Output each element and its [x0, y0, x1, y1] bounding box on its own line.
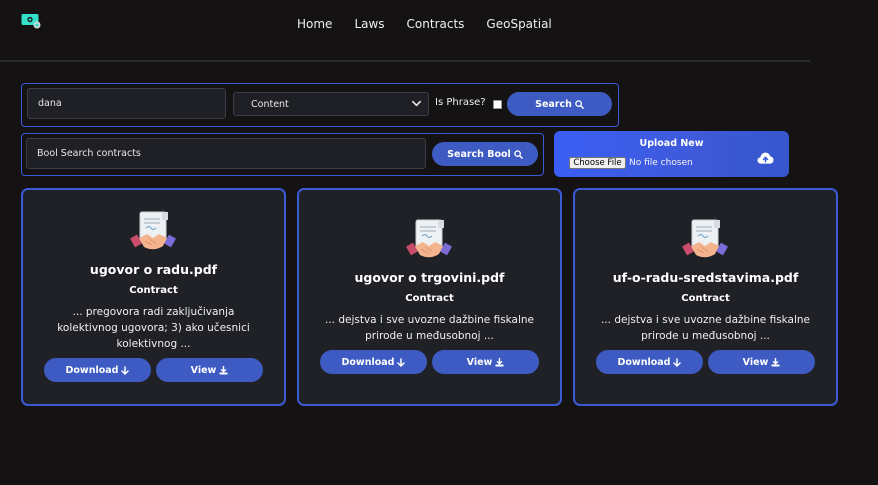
view-button[interactable]: View [156, 358, 263, 382]
money-bill-icon[interactable] [21, 13, 41, 29]
nav-contracts[interactable]: Contracts [407, 17, 465, 31]
download-button[interactable]: Download [44, 358, 151, 382]
search-panel: dana Content Is Phrase? Search [21, 83, 619, 127]
nav-home[interactable]: Home [297, 17, 332, 31]
field-select-value: Content [251, 98, 289, 110]
download-label: Download [341, 356, 395, 368]
download-label: Download [65, 364, 119, 376]
view-button[interactable]: View [432, 350, 539, 374]
result-type: Contract [681, 293, 730, 304]
result-card: ugovor o radu.pdf Contract ... pregovora… [21, 188, 286, 406]
download-button[interactable]: Download [596, 350, 703, 374]
bool-search-input[interactable]: Bool Search contracts [26, 138, 426, 169]
no-file-text: No file chosen [629, 158, 693, 168]
upload-box: Upload New Choose File No file chosen [554, 131, 789, 177]
search-input[interactable]: dana [27, 88, 226, 119]
result-title[interactable]: uf-o-radu-sredstavima.pdf [575, 270, 836, 285]
view-button[interactable]: View [708, 350, 815, 374]
main-nav: Home Laws Contracts GeoSpatial [297, 17, 574, 31]
search-bool-button[interactable]: Search Bool [432, 142, 538, 166]
bool-search-panel: Bool Search contracts Search Bool [21, 133, 544, 176]
nav-laws[interactable]: Laws [354, 17, 384, 31]
upload-title: Upload New [639, 138, 704, 149]
view-label: View [190, 364, 217, 376]
chevron-down-icon [412, 100, 421, 107]
download-tray-icon [219, 365, 228, 374]
header-divider [0, 60, 810, 62]
result-card: uf-o-radu-sredstavima.pdf Contract ... d… [573, 188, 838, 406]
arrow-down-icon [397, 357, 406, 367]
arrow-down-icon [673, 357, 682, 367]
search-button-label: Search [535, 98, 572, 110]
field-select[interactable]: Content [233, 92, 429, 116]
nav-geospatial[interactable]: GeoSpatial [486, 17, 551, 31]
is-phrase-checkbox[interactable] [493, 100, 502, 109]
view-label: View [466, 356, 493, 368]
choose-file-button[interactable]: Choose File [569, 157, 626, 169]
download-tray-icon [495, 357, 504, 366]
contract-handshake-icon [682, 219, 728, 258]
download-button[interactable]: Download [320, 350, 427, 374]
result-type: Contract [129, 285, 178, 296]
result-title[interactable]: ugovor o radu.pdf [23, 262, 284, 277]
result-type: Contract [405, 293, 454, 304]
is-phrase-label: Is Phrase? [435, 97, 486, 108]
view-label: View [742, 356, 769, 368]
result-title[interactable]: ugovor o trgovini.pdf [299, 270, 560, 285]
result-snippet: ... dejstva i sve uvozne dažbine fiskaln… [324, 314, 535, 342]
result-snippet: ... pregovora radi zaključivanja kolekti… [57, 306, 250, 350]
contract-handshake-icon [130, 211, 176, 250]
search-icon [575, 99, 584, 109]
result-snippet: ... dejstva i sve uvozne dažbine fiskaln… [600, 314, 811, 342]
search-button[interactable]: Search [507, 92, 612, 116]
cloud-upload-icon[interactable] [757, 151, 774, 165]
contract-handshake-icon [406, 219, 452, 258]
search-bool-label: Search Bool [447, 148, 511, 160]
download-label: Download [617, 356, 671, 368]
result-card: ugovor o trgovini.pdf Contract ... dejst… [297, 188, 562, 406]
search-icon [514, 149, 523, 159]
arrow-down-icon [121, 365, 130, 375]
download-tray-icon [771, 357, 780, 366]
